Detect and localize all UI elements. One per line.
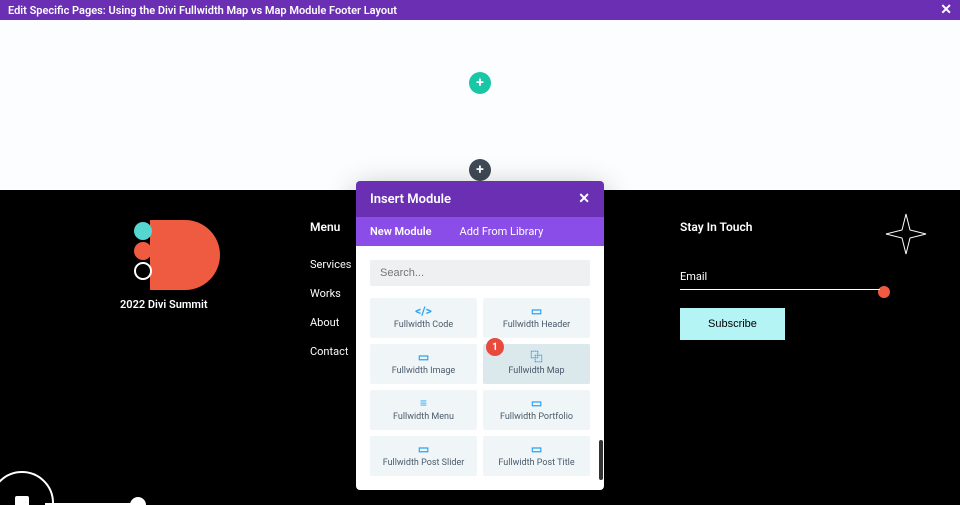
module-fullwidth-post-slider[interactable]: ▭Fullwidth Post Slider [370, 436, 477, 476]
touch-heading: Stay In Touch [680, 220, 880, 234]
builder-canvas: + + 2022 Divi Summit Menu Services Works [0, 20, 960, 505]
subscribe-button[interactable]: Subscribe [680, 308, 785, 340]
portfolio-icon: ▭ [487, 396, 586, 410]
email-label: Email [680, 270, 880, 283]
tab-new-module[interactable]: New Module [356, 217, 446, 246]
module-fullwidth-code[interactable]: </>Fullwidth Code [370, 298, 477, 338]
modal-header: Insert Module ✕ [356, 181, 604, 217]
page-title-bar: Edit Specific Pages: Using the Divi Full… [0, 0, 960, 20]
module-fullwidth-header[interactable]: ▭Fullwidth Header [483, 298, 590, 338]
brand-name: 2022 Divi Summit [120, 298, 250, 311]
menu-icon: ≡ [374, 396, 473, 410]
code-icon: </> [374, 304, 473, 318]
header-icon: ▭ [487, 304, 586, 318]
hero-section: + + [0, 20, 960, 190]
slider-icon: ▭ [374, 442, 473, 456]
module-fullwidth-image[interactable]: ▭Fullwidth Image [370, 344, 477, 384]
modal-scrollbar[interactable] [599, 440, 603, 480]
email-field[interactable] [680, 289, 880, 290]
module-grid: </>Fullwidth Code ▭Fullwidth Header ▭Ful… [370, 298, 590, 476]
module-fullwidth-post-title[interactable]: ▭Fullwidth Post Title [483, 436, 590, 476]
title-icon: ▭ [487, 442, 586, 456]
brand-logo [120, 220, 200, 290]
modal-title: Insert Module [370, 192, 451, 207]
footer-subscribe: Stay In Touch Email Subscribe [680, 220, 880, 505]
add-module-button[interactable]: + [469, 159, 491, 181]
decorative-ribbon [0, 455, 290, 505]
modal-close-icon[interactable]: ✕ [578, 191, 590, 207]
page-title: Edit Specific Pages: Using the Divi Full… [8, 4, 397, 17]
close-icon[interactable]: ✕ [940, 3, 952, 17]
modal-tabs: New Module Add From Library [356, 217, 604, 246]
module-fullwidth-portfolio[interactable]: ▭Fullwidth Portfolio [483, 390, 590, 430]
module-fullwidth-menu[interactable]: ≡Fullwidth Menu [370, 390, 477, 430]
tab-add-from-library[interactable]: Add From Library [446, 217, 558, 246]
image-icon: ▭ [374, 350, 473, 364]
insert-module-modal: Insert Module ✕ New Module Add From Libr… [356, 181, 604, 490]
module-search-input[interactable] [370, 260, 590, 286]
add-section-button[interactable]: + [469, 72, 491, 94]
annotation-marker-1: 1 [486, 338, 504, 356]
